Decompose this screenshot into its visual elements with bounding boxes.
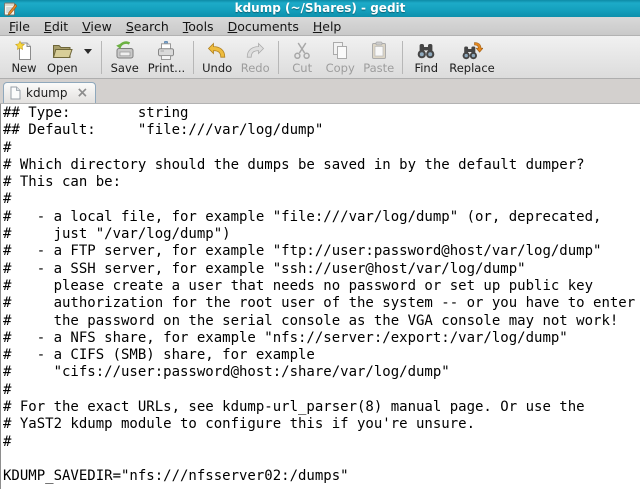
save-button[interactable]: Save: [106, 39, 144, 76]
undo-button-label: Undo: [202, 60, 233, 75]
undo-button[interactable]: Undo: [198, 39, 236, 76]
menu-search[interactable]: Search: [119, 18, 176, 35]
chevron-down-icon: [83, 48, 92, 54]
menu-tools-label: ools: [188, 18, 214, 34]
save-icon: [114, 40, 136, 62]
menu-search-mnemonic: S: [125, 18, 134, 34]
menu-search-label: earch: [133, 18, 169, 34]
tab-close-icon[interactable]: ×: [72, 86, 88, 100]
menu-documents-label: ocuments: [237, 18, 299, 34]
redo-button: Redo: [236, 39, 274, 76]
cut-button-label: Cut: [292, 60, 313, 75]
replace-button-label: Replace: [449, 60, 495, 75]
menu-documents[interactable]: Documents: [221, 18, 306, 35]
window-title: kdump (~/Shares) - gedit: [234, 1, 406, 15]
open-dropdown-button[interactable]: [82, 30, 97, 84]
gedit-window: kdump (~/Shares) - gedit File Edit View …: [0, 0, 640, 489]
toolbar-separator: [278, 40, 280, 74]
cut-button: Cut: [283, 39, 321, 76]
menu-help[interactable]: Help: [306, 18, 349, 35]
find-button-label: Find: [414, 60, 439, 75]
menu-help-mnemonic: H: [312, 18, 323, 34]
menu-edit[interactable]: Edit: [37, 18, 75, 35]
text-editor[interactable]: ## Type: string ## Default: "file:///var…: [0, 104, 640, 489]
print-button-label: Print...: [147, 60, 186, 75]
toolbar-separator: [193, 40, 195, 74]
tab-kdump[interactable]: kdump ×: [3, 82, 97, 103]
printer-icon: [155, 40, 177, 62]
save-button-label: Save: [110, 60, 139, 75]
document-text[interactable]: ## Type: string ## Default: "file:///var…: [1, 104, 640, 486]
redo-icon: [244, 40, 266, 62]
document-icon: [10, 86, 21, 100]
menu-edit-mnemonic: E: [43, 18, 52, 34]
toolbar: New Open Save Print... Undo Redo Cut Cop…: [0, 36, 640, 79]
copy-button: Copy: [321, 39, 359, 76]
tab-bar: kdump ×: [0, 79, 640, 104]
gedit-app-icon: [3, 2, 17, 16]
undo-icon: [206, 40, 228, 62]
open-button[interactable]: Open: [43, 39, 82, 76]
new-document-icon: [13, 40, 35, 62]
menu-file-label: ile: [15, 18, 30, 34]
clipboard-icon: [368, 40, 390, 62]
find-replace-icon: [461, 40, 483, 62]
binoculars-icon: [415, 40, 437, 62]
replace-button[interactable]: Replace: [445, 39, 499, 76]
redo-button-label: Redo: [240, 60, 270, 75]
menu-tools[interactable]: Tools: [176, 18, 221, 35]
copy-icon: [329, 40, 351, 62]
scissors-icon: [291, 40, 313, 62]
menu-documents-mnemonic: D: [227, 18, 238, 34]
menu-help-label: elp: [322, 18, 342, 34]
open-folder-icon: [51, 40, 74, 62]
open-button-label: Open: [47, 60, 78, 75]
copy-button-label: Copy: [325, 60, 355, 75]
menu-edit-label: dit: [51, 18, 69, 34]
toolbar-separator: [402, 40, 404, 74]
toolbar-separator: [100, 40, 102, 74]
print-button[interactable]: Print...: [144, 39, 189, 76]
tab-label: kdump: [26, 86, 68, 100]
new-button[interactable]: New: [5, 39, 43, 76]
paste-button-label: Paste: [363, 60, 395, 75]
menu-file[interactable]: File: [2, 18, 37, 35]
paste-button: Paste: [359, 39, 398, 76]
find-button[interactable]: Find: [407, 39, 445, 76]
titlebar[interactable]: kdump (~/Shares) - gedit: [0, 0, 640, 17]
new-button-label: New: [11, 60, 37, 75]
